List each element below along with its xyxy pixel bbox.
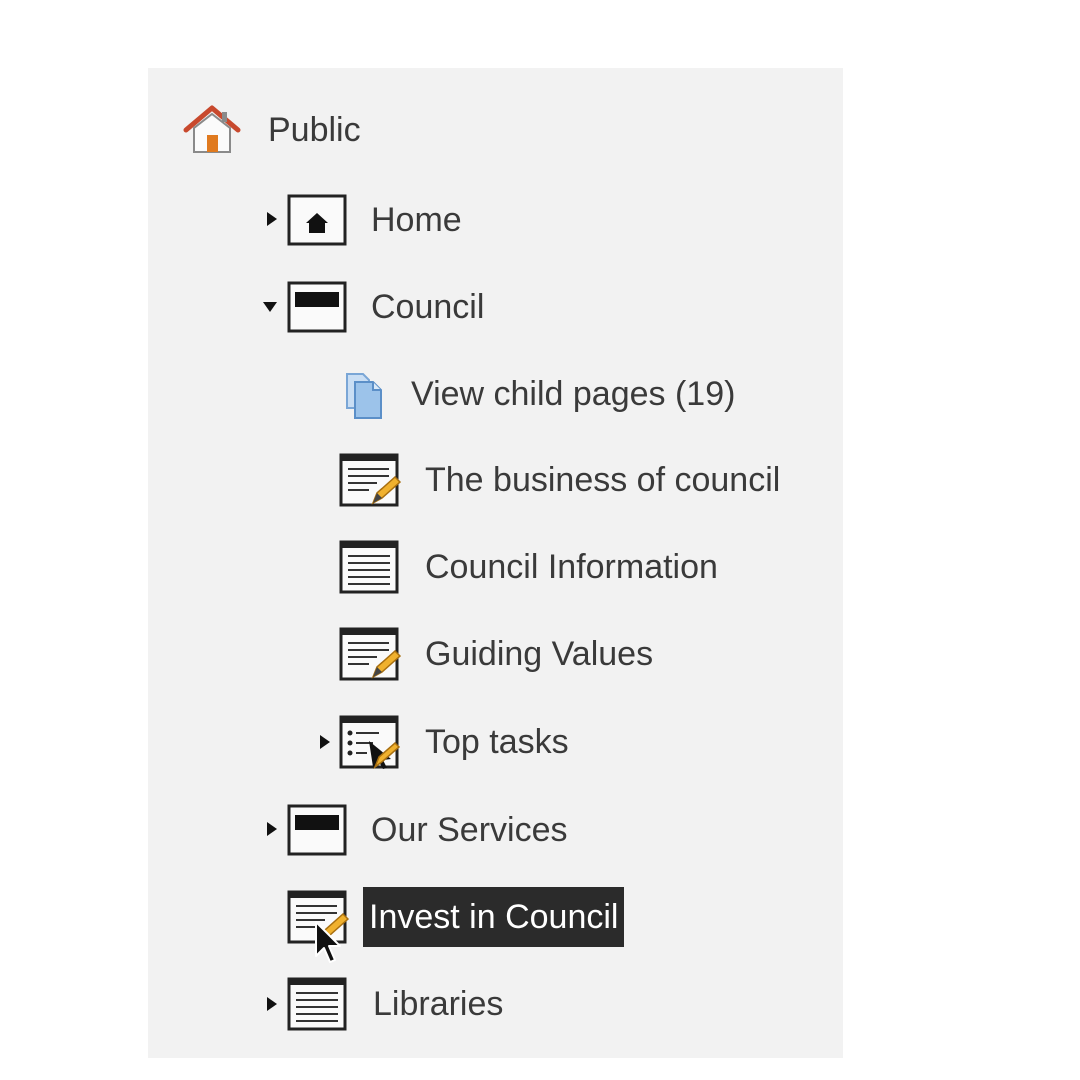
tree-item-label: Council Information: [425, 548, 718, 586]
collapse-toggle-council[interactable]: [262, 300, 277, 316]
text-page-icon: [339, 540, 401, 594]
tree-root-label: Public: [268, 111, 361, 149]
house-icon: [180, 102, 244, 158]
child-pages-icon: [343, 368, 387, 420]
expand-toggle-our-services[interactable]: [265, 821, 279, 837]
section-page-icon: [287, 804, 347, 856]
tree-item-business-of-council[interactable]: The business of council: [339, 450, 786, 510]
tree-item-council[interactable]: Council: [287, 277, 490, 337]
tree-item-label-selected: Invest in Council: [363, 887, 625, 947]
text-page-icon: [287, 977, 349, 1031]
tree-item-view-child-pages[interactable]: View child pages (19): [343, 364, 741, 424]
tree-item-our-services[interactable]: Our Services: [287, 800, 574, 860]
edit-page-icon: [339, 627, 401, 681]
task-list-icon: [339, 715, 401, 769]
tree-item-top-tasks[interactable]: Top tasks: [339, 712, 575, 772]
tree-item-label: Council: [371, 288, 485, 326]
tree-item-guiding-values[interactable]: Guiding Values: [339, 624, 659, 684]
tree-item-home[interactable]: Home: [287, 190, 468, 250]
tree-item-label: Our Services: [371, 811, 568, 849]
tree-item-label: Top tasks: [425, 723, 569, 761]
tree-item-libraries[interactable]: Libraries: [287, 974, 509, 1034]
tree-item-label: Libraries: [373, 985, 504, 1023]
tree-item-invest-in-council[interactable]: Invest in Council: [287, 887, 625, 947]
home-page-icon: [287, 194, 347, 246]
tree-root-public[interactable]: Public: [180, 100, 367, 160]
section-page-icon: [287, 281, 347, 333]
expand-toggle-home[interactable]: [265, 211, 279, 227]
edit-page-icon: [287, 890, 349, 944]
tree-item-label: View child pages (19): [411, 375, 736, 413]
edit-page-icon: [339, 453, 401, 507]
tree-item-council-information[interactable]: Council Information: [339, 537, 724, 597]
tree-item-label: Home: [371, 201, 462, 239]
expand-toggle-libraries[interactable]: [265, 996, 279, 1012]
expand-toggle-top-tasks[interactable]: [318, 734, 332, 750]
tree-item-label: Guiding Values: [425, 635, 654, 673]
tree-item-label: The business of council: [425, 461, 781, 499]
